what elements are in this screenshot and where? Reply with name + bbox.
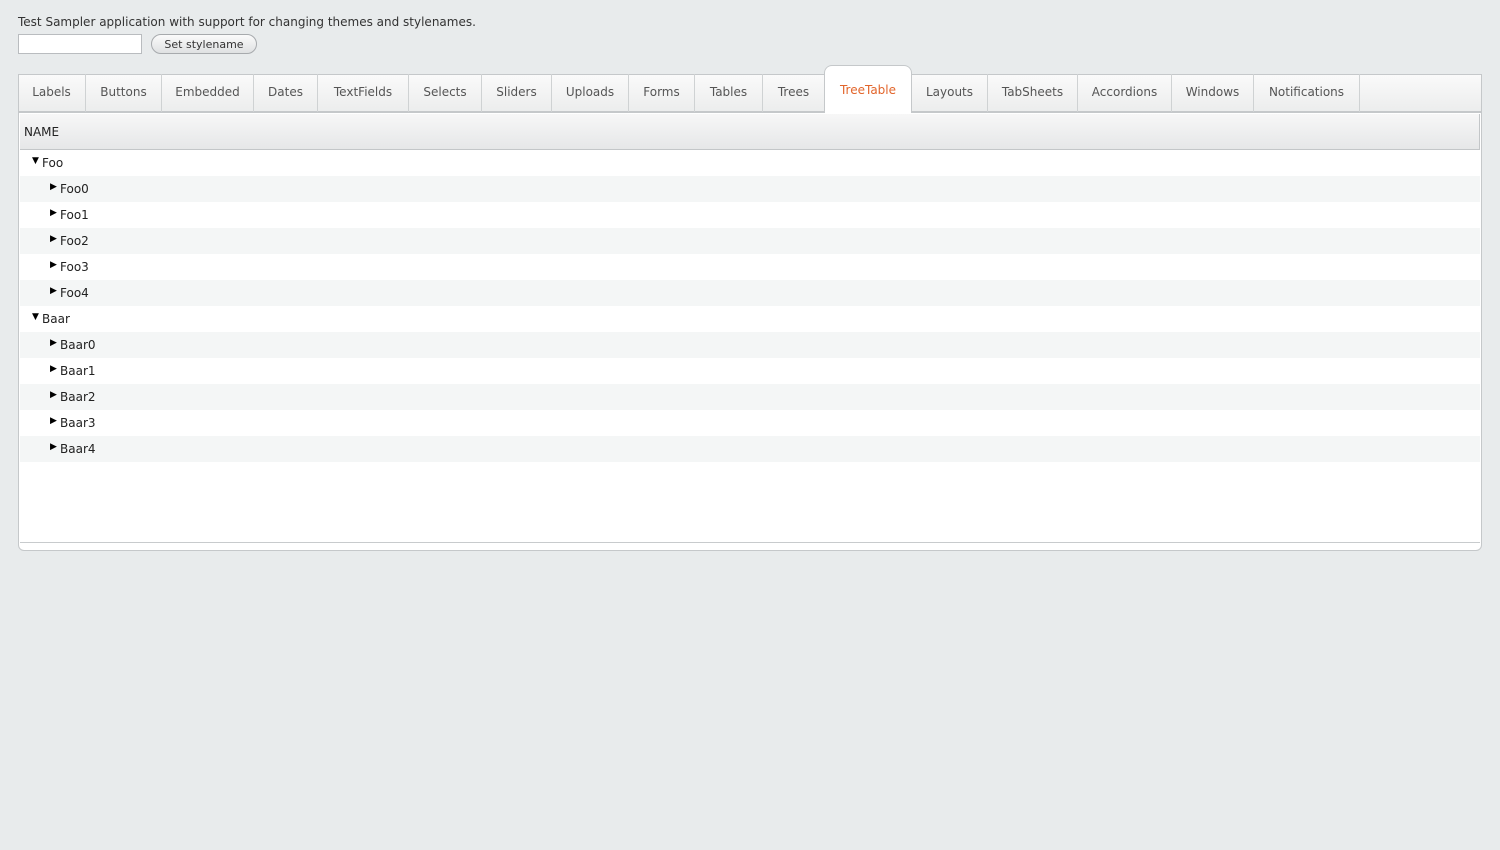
collapsed-arrow-icon[interactable]: ▶ [50, 332, 60, 354]
tab-tables[interactable]: Tables [695, 74, 763, 112]
tab-selects[interactable]: Selects [409, 74, 482, 112]
tab-dates[interactable]: Dates [254, 74, 318, 112]
tree-row-foo1[interactable]: ▶ Foo1 [20, 202, 1480, 228]
tab-sliders[interactable]: Sliders [482, 74, 552, 112]
expanded-arrow-icon[interactable]: ▼ [32, 306, 42, 328]
collapsed-arrow-icon[interactable]: ▶ [50, 202, 60, 224]
tree-row-label: Foo3 [60, 260, 89, 274]
collapsed-arrow-icon[interactable]: ▶ [50, 436, 60, 458]
intro-text: Test Sampler application with support fo… [18, 15, 476, 29]
tree-row-label: Baar2 [60, 390, 96, 404]
tab-windows[interactable]: Windows [1172, 74, 1254, 112]
column-header-label: NAME [24, 125, 60, 139]
tab-layouts[interactable]: Layouts [912, 74, 988, 112]
tab-tabsheets[interactable]: TabSheets [988, 74, 1078, 112]
tree-row-label: Baar0 [60, 338, 96, 352]
tree-row-label: Baar4 [60, 442, 96, 456]
tree-row-baar[interactable]: ▼ Baar [20, 306, 1480, 332]
tab-accordions[interactable]: Accordions [1078, 74, 1172, 112]
expanded-arrow-icon[interactable]: ▼ [32, 150, 42, 172]
tree-row-baar4[interactable]: ▶ Baar4 [20, 436, 1480, 462]
tab-treetable[interactable]: TreeTable [824, 65, 912, 113]
tree-row-label: Foo0 [60, 182, 89, 196]
collapsed-arrow-icon[interactable]: ▶ [50, 228, 60, 250]
set-stylename-button[interactable]: Set stylename [151, 34, 257, 54]
collapsed-arrow-icon[interactable]: ▶ [50, 358, 60, 380]
tab-uploads[interactable]: Uploads [552, 74, 629, 112]
tab-embedded[interactable]: Embedded [162, 74, 254, 112]
collapsed-arrow-icon[interactable]: ▶ [50, 410, 60, 432]
tree-row-foo[interactable]: ▼ Foo [20, 150, 1480, 176]
tree-row-label: Foo4 [60, 286, 89, 300]
tab-content-panel: NAME ▼ Foo ▶ Foo0 ▶ Foo1 ▶ Foo2 ▶ Foo3 ▶ Foo4 ▼ Baar ▶… [18, 112, 1482, 551]
collapsed-arrow-icon[interactable]: ▶ [50, 384, 60, 406]
column-header-name[interactable]: NAME [20, 114, 1480, 150]
tree-row-foo3[interactable]: ▶ Foo3 [20, 254, 1480, 280]
tree-row-label: Foo2 [60, 234, 89, 248]
tabsheet: Labels Buttons Embedded Dates TextFields Sele… [18, 65, 1482, 551]
tab-notifications[interactable]: Notifications [1254, 74, 1360, 112]
tree-table-body: ▼ Foo ▶ Foo0 ▶ Foo1 ▶ Foo2 ▶ Foo3 ▶ Foo4 ▼ Baar ▶ Baar0… [20, 150, 1480, 462]
collapsed-arrow-icon[interactable]: ▶ [50, 254, 60, 276]
tree-row-foo0[interactable]: ▶ Foo0 [20, 176, 1480, 202]
tree-row-baar2[interactable]: ▶ Baar2 [20, 384, 1480, 410]
tree-row-label: Baar1 [60, 364, 96, 378]
tab-labels[interactable]: Labels [18, 74, 86, 112]
tree-row-baar0[interactable]: ▶ Baar0 [20, 332, 1480, 358]
collapsed-arrow-icon[interactable]: ▶ [50, 176, 60, 198]
tree-table: NAME ▼ Foo ▶ Foo0 ▶ Foo1 ▶ Foo2 ▶ Foo3 ▶ Foo4 ▼ Baar ▶… [20, 114, 1480, 543]
tree-row-foo2[interactable]: ▶ Foo2 [20, 228, 1480, 254]
tree-row-label: Baar [42, 312, 70, 326]
tree-row-baar3[interactable]: ▶ Baar3 [20, 410, 1480, 436]
tree-row-label: Foo1 [60, 208, 89, 222]
tree-row-label: Baar3 [60, 416, 96, 430]
tree-row-label: Foo [42, 156, 64, 170]
tab-textfields[interactable]: TextFields [318, 74, 409, 112]
tab-trees[interactable]: Trees [763, 74, 825, 112]
tab-buttons[interactable]: Buttons [86, 74, 162, 112]
tree-row-foo4[interactable]: ▶ Foo4 [20, 280, 1480, 306]
tree-row-baar1[interactable]: ▶ Baar1 [20, 358, 1480, 384]
stylename-input[interactable] [18, 34, 142, 54]
collapsed-arrow-icon[interactable]: ▶ [50, 280, 60, 302]
tab-forms[interactable]: Forms [629, 74, 695, 112]
